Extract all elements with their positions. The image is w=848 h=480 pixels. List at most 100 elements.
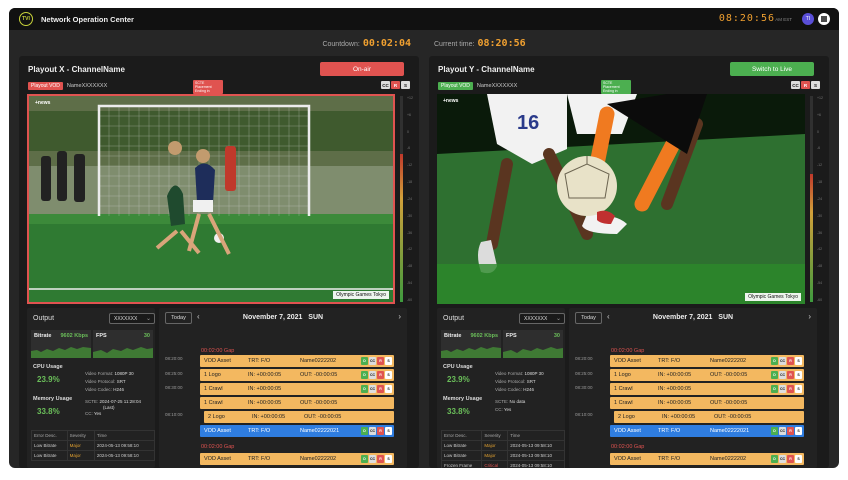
- video-caption: Olympic Games Tokyo: [333, 291, 389, 299]
- block-tag-c[interactable]: CC: [369, 371, 376, 379]
- block-tag-c[interactable]: CC: [369, 455, 376, 463]
- schedule-block[interactable]: VOD Asset TRT: F/O Name0222202 D CC R S: [610, 355, 804, 367]
- block-tag-d[interactable]: D: [361, 357, 368, 365]
- video-specs: Video Format: 1080P 30 Video Protocol: S…: [495, 371, 544, 412]
- schedule-block-active[interactable]: VOD Asset TRT: F/O Name02222021 D CC R S: [200, 425, 394, 437]
- meter-tick: +6: [817, 112, 821, 117]
- block-tag-r[interactable]: R: [787, 455, 794, 463]
- error-row[interactable]: Frozen Frame Critical 2024-05-13 09:58:1…: [440, 460, 565, 468]
- schedule-block[interactable]: VOD Asset TRT: F/O Name0222202 D CC R S: [200, 453, 394, 465]
- block-tag-d[interactable]: D: [361, 371, 368, 379]
- bitrate-label: Bitrate: [34, 333, 52, 339]
- block-tag-s[interactable]: S: [795, 455, 802, 463]
- block-tag-c[interactable]: CC: [779, 357, 786, 365]
- time-mark: 08:25:00: [165, 371, 183, 376]
- on-air-button[interactable]: On-air: [320, 62, 404, 76]
- block-tag-d[interactable]: D: [361, 427, 368, 435]
- chevron-right-icon[interactable]: ›: [398, 312, 401, 321]
- block-tags: D CC R S: [361, 455, 392, 463]
- user-avatar[interactable]: TI: [802, 13, 814, 25]
- block-tag-s[interactable]: S: [795, 371, 802, 379]
- schedule-block[interactable]: 1 Crawl IN: +00:00:05 OUT: -00:00:05: [200, 397, 394, 409]
- block-tag-s[interactable]: S: [795, 427, 802, 435]
- schedule-block[interactable]: 1 Crawl IN: +00:00:05 D CC R S: [610, 383, 804, 395]
- fps-label: FPS: [96, 333, 107, 339]
- cc-toggle[interactable]: CC: [791, 81, 800, 89]
- block-tag-s[interactable]: S: [385, 357, 392, 365]
- block-tag-d[interactable]: D: [771, 427, 778, 435]
- error-row[interactable]: Low Bitrate Major 2024-05-13 09:58:10: [440, 450, 565, 461]
- meter-tick: -54: [817, 281, 823, 286]
- s-toggle[interactable]: S: [811, 81, 820, 89]
- error-row[interactable]: Low Bitrate Major 2024-05-13 09:58:10: [31, 440, 156, 451]
- schedule-block[interactable]: 1 Crawl IN: +00:00:05 D CC R S: [200, 383, 394, 395]
- block-tag-s[interactable]: S: [385, 455, 392, 463]
- cc-toggle[interactable]: CC: [381, 81, 390, 89]
- block-tag-r[interactable]: R: [377, 371, 384, 379]
- apps-grid-icon[interactable]: [818, 13, 830, 25]
- output-select[interactable]: XXXXXXX ⌄: [109, 313, 155, 324]
- block-tag-c[interactable]: CC: [779, 371, 786, 379]
- error-row[interactable]: Low Bitrate Major 2024-05-13 09:58:10: [31, 450, 156, 461]
- block-tag-c[interactable]: CC: [779, 385, 786, 393]
- meter-tick: -6: [817, 146, 821, 151]
- switch-to-live-button[interactable]: Switch to Live: [730, 62, 814, 76]
- schedule-block[interactable]: 1 Logo IN: +00:00:05 OUT: -00:00:05 D CC R S: [610, 369, 804, 381]
- block-tag-r[interactable]: R: [787, 427, 794, 435]
- block-tag-c[interactable]: CC: [779, 427, 786, 435]
- schedule-block[interactable]: VOD Asset TRT: F/O Name0222202 D CC R S: [200, 355, 394, 367]
- schedule-block[interactable]: 1 Logo IN: +00:00:05 OUT: -00:00:05 D CC R S: [200, 369, 394, 381]
- video-preview[interactable]: 16 +news Olympic Games Tokyo: [437, 94, 805, 304]
- block-tag-s[interactable]: S: [385, 371, 392, 379]
- block-tag-r[interactable]: R: [787, 371, 794, 379]
- error-row[interactable]: Low Bitrate Major 2024-05-13 09:58:10: [440, 440, 565, 451]
- schedule-block-active[interactable]: VOD Asset TRT: F/O Name02222021 D CC R S: [610, 425, 804, 437]
- schedule-block[interactable]: 2 Logo IN: +00:00:05 OUT: -00:00:05: [614, 411, 804, 423]
- schedule-block[interactable]: 2 Logo IN: +00:00:05 OUT: -00:00:05: [204, 411, 394, 423]
- block-tag-d[interactable]: D: [771, 371, 778, 379]
- block-tag-d[interactable]: D: [771, 357, 778, 365]
- schedule-block[interactable]: 1 Crawl IN: +00:00:05 OUT: -00:00:05: [610, 397, 804, 409]
- scte-placement-badge: SCTE Placement Ending in: [601, 80, 631, 94]
- video-specs: Video Format: 1080P 30 Video Protocol: S…: [85, 371, 141, 416]
- output-select[interactable]: XXXXXXX ⌄: [519, 313, 565, 324]
- block-tag-s[interactable]: S: [795, 357, 802, 365]
- block-tag-d[interactable]: D: [771, 385, 778, 393]
- meter-tick: +12: [407, 96, 413, 100]
- r-toggle[interactable]: R: [391, 81, 400, 89]
- countdown: Countdown: 00:02:04: [322, 38, 411, 49]
- block-tag-r[interactable]: R: [377, 385, 384, 393]
- block-tag-c[interactable]: CC: [779, 455, 786, 463]
- block-tag-r[interactable]: R: [787, 385, 794, 393]
- s-toggle[interactable]: S: [401, 81, 410, 89]
- video-preview[interactable]: +news Olympic Games Tokyo: [27, 94, 395, 304]
- block-tag-s[interactable]: S: [385, 385, 392, 393]
- block-tags: D CC R S: [361, 357, 392, 365]
- fps-graph: FPS 30: [503, 330, 563, 358]
- block-tag-r[interactable]: R: [377, 455, 384, 463]
- chevron-right-icon[interactable]: ›: [808, 312, 811, 321]
- news-logo: +news: [443, 98, 459, 104]
- block-tag-d[interactable]: D: [361, 455, 368, 463]
- r-toggle[interactable]: R: [801, 81, 810, 89]
- block-tag-d[interactable]: D: [361, 385, 368, 393]
- header-clock: 08:20:56: [718, 13, 775, 24]
- time-mark: 08:10:00: [575, 412, 593, 417]
- block-tag-c[interactable]: CC: [369, 357, 376, 365]
- current-time: Current time: 08:20:56: [434, 38, 526, 49]
- playout-tag-row: Playout VOD NameXXXXXXX: [28, 81, 107, 90]
- block-tag-c[interactable]: CC: [369, 427, 376, 435]
- audio-meter-fill: [810, 174, 813, 302]
- error-desc: Low Bitrate: [440, 440, 483, 451]
- schedule-panel: Today ‹ November 7, 2021 SUN › 08:20:00 …: [159, 308, 407, 468]
- block-tag-r[interactable]: R: [787, 357, 794, 365]
- block-tag-c[interactable]: CC: [369, 385, 376, 393]
- block-tag-r[interactable]: R: [377, 427, 384, 435]
- playout-name: NameXXXXXXX: [66, 82, 108, 89]
- block-tag-r[interactable]: R: [377, 357, 384, 365]
- block-tag-s[interactable]: S: [795, 385, 802, 393]
- block-tags: D CC R S: [771, 357, 802, 365]
- block-tag-s[interactable]: S: [385, 427, 392, 435]
- block-tag-d[interactable]: D: [771, 455, 778, 463]
- schedule-block[interactable]: VOD Asset TRT: F/O Name0222202 D CC R S: [610, 453, 804, 465]
